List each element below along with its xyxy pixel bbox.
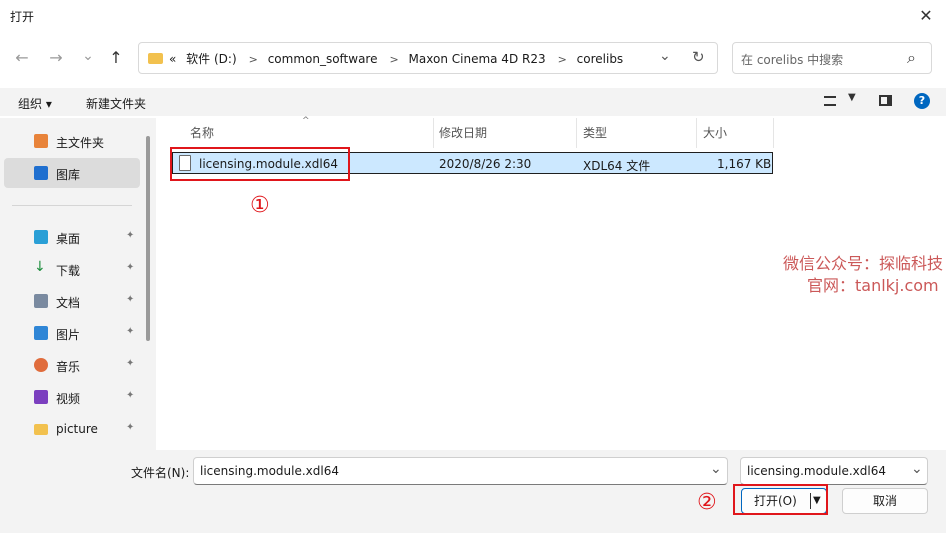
address-bar[interactable]: « 软件 (D:) > common_software > Maxon Cinema… [138, 42, 718, 74]
breadcrumb-overflow[interactable]: « [169, 52, 176, 66]
search-input[interactable]: 在 corelibs 中搜索 [741, 51, 843, 68]
sidebar-item-documents[interactable]: 文档 ✦ [0, 286, 140, 316]
home-icon [34, 134, 48, 148]
organize-button[interactable]: 组织 ▾ [18, 95, 52, 112]
breadcrumb-drive[interactable]: 软件 (D:) [186, 52, 236, 66]
sidebar-item-picture-folder[interactable]: picture ✦ [0, 414, 140, 444]
column-divider[interactable] [433, 118, 434, 148]
breadcrumb-common-software[interactable]: common_software [268, 52, 378, 66]
watermark-wechat: 微信公众号：探临科技 [783, 254, 944, 273]
filename-value: licensing.module.xdl64 [200, 464, 339, 478]
toolbar: 组织 ▾ 新建文件夹 ▼ ? [0, 88, 946, 116]
forward-icon[interactable]: → [44, 46, 68, 70]
desktop-icon [34, 230, 48, 244]
file-modified: 2020/8/26 2:30 [439, 157, 532, 171]
folder-icon [148, 53, 163, 64]
file-size: 1,167 KB [717, 157, 772, 171]
new-folder-button[interactable]: 新建文件夹 [86, 95, 146, 112]
step2-highlight-box [733, 484, 828, 515]
filename-label: 文件名(N): [131, 466, 190, 480]
title-bar: 打开 ✕ [0, 0, 946, 32]
preview-pane-icon[interactable] [879, 95, 892, 106]
search-icon[interactable]: ⌕ [907, 48, 916, 68]
file-type-filter-value: licensing.module.xdl64 [747, 464, 886, 478]
pin-icon[interactable]: ✦ [126, 230, 134, 241]
sidebar-item-label: picture [56, 422, 98, 436]
chevron-down-icon[interactable]: ⌄ [710, 461, 722, 477]
gallery-icon [34, 166, 48, 180]
download-icon: ↓ [34, 259, 46, 275]
file-type-select[interactable]: licensing.module.xdl64 ⌄ [740, 457, 928, 485]
step1-marker: ① [250, 193, 270, 218]
sidebar-item-home[interactable]: 主文件夹 [0, 126, 140, 156]
sidebar-item-pictures[interactable]: 图片 ✦ [0, 318, 140, 348]
chevron-down-icon[interactable]: ▼ [848, 92, 856, 103]
up-icon[interactable]: ↑ [104, 46, 128, 70]
watermark-website: 官网：tanlkj.com [807, 276, 939, 295]
navigation-pane: 主文件夹 图库 桌面 ✦ ↓ 下载 ✦ 文档 ✦ 图片 ✦ 音乐 ✦ 视频 ✦ … [0, 118, 156, 450]
help-icon[interactable]: ? [914, 93, 930, 109]
recent-locations-icon[interactable]: ⌄ [76, 44, 100, 68]
breadcrumb-cinema4d[interactable]: Maxon Cinema 4D R23 [409, 52, 546, 66]
cancel-button[interactable]: 取消 [842, 488, 928, 514]
sort-ascending-icon: ^ [302, 116, 310, 126]
divider [12, 205, 132, 206]
chevron-right-icon: > [389, 53, 399, 66]
window-title: 打开 [10, 10, 35, 24]
chevron-right-icon: > [248, 53, 258, 66]
step1-highlight-box [170, 147, 350, 181]
sidebar-item-label: 下载 [56, 264, 81, 278]
breadcrumb-corelibs[interactable]: corelibs [577, 52, 624, 66]
column-divider[interactable] [576, 118, 577, 148]
sidebar-item-label: 文档 [56, 296, 81, 310]
sidebar-item-label: 图片 [56, 328, 81, 342]
search-box[interactable]: 在 corelibs 中搜索 ⌕ [732, 42, 932, 74]
step2-marker: ② [697, 490, 717, 515]
filename-input[interactable]: licensing.module.xdl64 ⌄ [193, 457, 728, 485]
pin-icon[interactable]: ✦ [126, 422, 134, 433]
pin-icon[interactable]: ✦ [126, 326, 134, 337]
pin-icon[interactable]: ✦ [126, 390, 134, 401]
sidebar-item-label: 音乐 [56, 360, 81, 374]
video-icon [34, 390, 48, 404]
pin-icon[interactable]: ✦ [126, 358, 134, 369]
sidebar-item-label: 桌面 [56, 232, 81, 246]
column-header-type[interactable]: 类型 [583, 124, 607, 141]
documents-icon [34, 294, 48, 308]
column-header-size[interactable]: 大小 [703, 124, 727, 141]
sidebar-item-gallery[interactable]: 图库 [4, 158, 140, 188]
folder-icon [34, 424, 48, 435]
dialog-footer: 文件名(N): licensing.module.xdl64 ⌄ licensi… [0, 450, 946, 533]
close-icon[interactable]: ✕ [916, 6, 936, 26]
music-icon [34, 358, 48, 372]
column-divider[interactable] [773, 118, 774, 148]
sidebar-item-label: 视频 [56, 392, 81, 406]
chevron-down-icon[interactable]: ⌄ [911, 461, 923, 477]
sidebar-scrollbar[interactable] [146, 136, 150, 341]
refresh-icon[interactable]: ↻ [692, 48, 705, 66]
pictures-icon [34, 326, 48, 340]
address-dropdown-icon[interactable]: ⌄ [659, 48, 671, 64]
sidebar-item-label: 主文件夹 [56, 136, 105, 150]
sidebar-item-desktop[interactable]: 桌面 ✦ [0, 222, 140, 252]
pin-icon[interactable]: ✦ [126, 294, 134, 305]
breadcrumb: « 软件 (D:) > common_software > Maxon Cinema… [169, 50, 629, 67]
column-divider[interactable] [696, 118, 697, 148]
pin-icon[interactable]: ✦ [126, 262, 134, 273]
column-header-modified[interactable]: 修改日期 [439, 124, 487, 141]
view-menu-icon[interactable] [824, 96, 836, 106]
file-type: XDL64 文件 [583, 159, 651, 173]
sidebar-item-label: 图库 [56, 168, 81, 182]
sidebar-item-videos[interactable]: 视频 ✦ [0, 382, 140, 412]
sidebar-item-downloads[interactable]: ↓ 下载 ✦ [0, 254, 140, 284]
back-icon[interactable]: ← [10, 46, 34, 70]
column-header-name[interactable]: 名称 [190, 124, 214, 141]
chevron-right-icon: > [557, 53, 567, 66]
sidebar-item-music[interactable]: 音乐 ✦ [0, 350, 140, 380]
